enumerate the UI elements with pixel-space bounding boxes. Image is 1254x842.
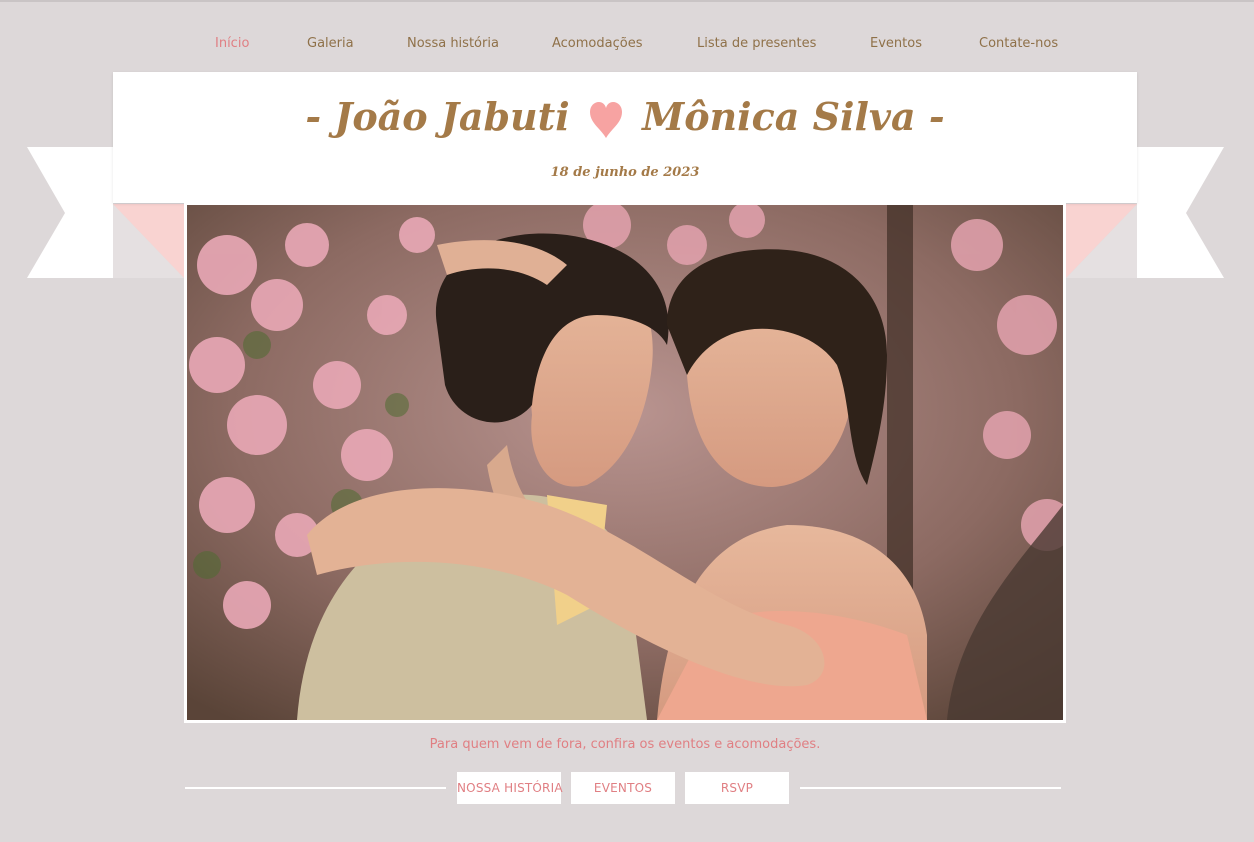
- main-nav: Início Galeria Nossa história Acomodaçõe…: [0, 36, 1254, 54]
- nossa-historia-button[interactable]: Nossa história: [457, 772, 563, 804]
- wedding-date: 18 de junho de 2023: [550, 165, 700, 180]
- header-card: - João Jabuti Mônica Silva - 18 de junho…: [113, 72, 1137, 203]
- divider-left: [185, 787, 446, 789]
- nav-item-contate[interactable]: Contate-nos: [979, 36, 1058, 51]
- tagline: Para quem vem de fora, confira os evento…: [429, 737, 821, 752]
- nav-item-lista-presentes[interactable]: Lista de presentes: [697, 36, 816, 51]
- hero-photo-frame: [184, 203, 1066, 723]
- rsvp-button[interactable]: RSVP: [685, 772, 789, 804]
- nav-item-galeria[interactable]: Galeria: [307, 36, 354, 51]
- nav-item-inicio[interactable]: Início: [215, 36, 249, 51]
- couple-names: - João Jabuti Mônica Silva -: [113, 94, 1137, 144]
- nav-item-nossa-historia[interactable]: Nossa história: [407, 36, 499, 51]
- nav-item-acomodacoes[interactable]: Acomodações: [552, 36, 642, 51]
- top-border: [0, 0, 1254, 2]
- eventos-button[interactable]: Eventos: [571, 772, 675, 804]
- divider-right: [800, 787, 1061, 789]
- name-left: - João Jabuti: [305, 94, 570, 139]
- heart-icon: [589, 101, 623, 148]
- name-right: Mônica Silva -: [642, 94, 945, 139]
- nav-item-eventos[interactable]: Eventos: [870, 36, 922, 51]
- couple-photo: [187, 205, 1063, 720]
